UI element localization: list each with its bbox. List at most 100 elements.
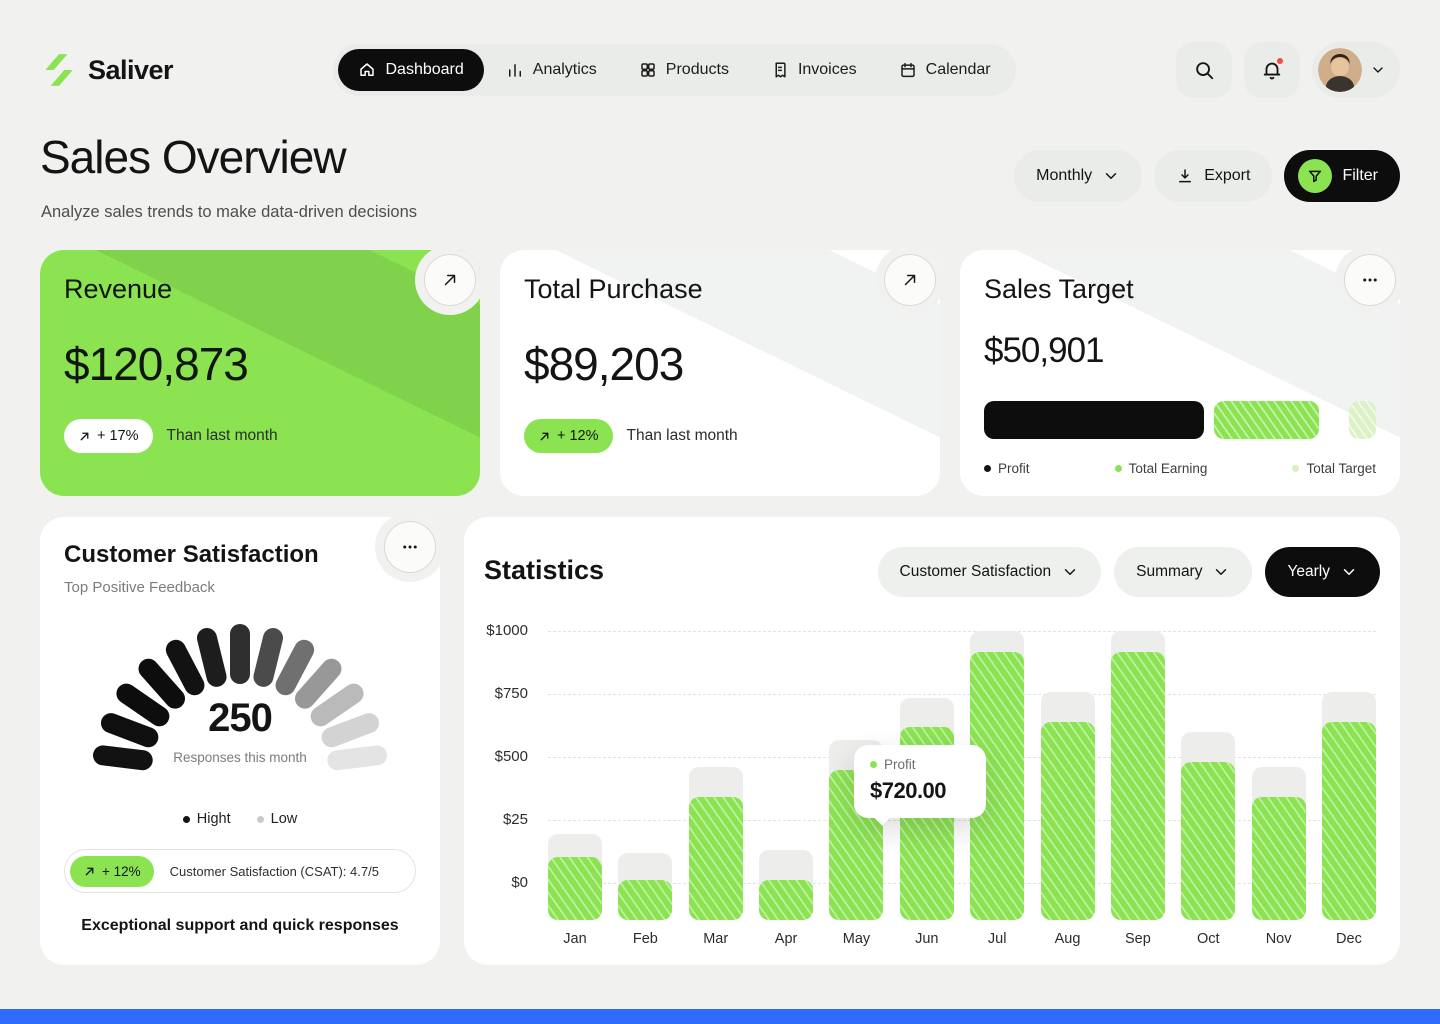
- bar-column-nov[interactable]: [1252, 617, 1306, 920]
- profit-bar: [548, 857, 602, 920]
- profit-bar: [1252, 797, 1306, 920]
- nav-item-dashboard[interactable]: Dashboard: [338, 49, 483, 91]
- legend-dot-profit: [984, 465, 991, 472]
- period-dropdown[interactable]: Monthly: [1014, 150, 1142, 202]
- notifications-button[interactable]: [1244, 42, 1300, 98]
- satisfaction-subtitle: Top Positive Feedback: [64, 579, 416, 596]
- bar-column-aug[interactable]: [1041, 617, 1095, 920]
- bar-column-jan[interactable]: [548, 617, 602, 920]
- revenue-card: Revenue $120,873 + 17% Than last month: [40, 250, 480, 496]
- chevron-down-icon: [1061, 563, 1079, 581]
- export-button[interactable]: Export: [1154, 150, 1272, 202]
- bar-column-oct[interactable]: [1181, 617, 1235, 920]
- x-axis-label: Nov: [1252, 931, 1306, 947]
- y-axis: $1000 $750 $500 $25 $0: [472, 617, 538, 920]
- gauge-value: 250: [90, 696, 390, 741]
- satisfaction-legend: Hight Low: [40, 811, 440, 827]
- ellipsis-icon: [1361, 271, 1379, 289]
- target-card-title: Sales Target: [984, 274, 1376, 305]
- arrow-up-right-icon: [901, 271, 919, 289]
- nav-item-label: Analytics: [533, 61, 597, 79]
- nav-item-calendar[interactable]: Calendar: [879, 49, 1011, 91]
- gauge-segment: [263, 638, 273, 677]
- x-axis-label: Apr: [759, 931, 813, 947]
- satisfaction-gauge: 250 Responses this month: [90, 622, 390, 794]
- nav-item-label: Dashboard: [385, 61, 463, 79]
- page-controls: Monthly Export Filter: [1014, 150, 1400, 202]
- revenue-card-title: Revenue: [64, 274, 456, 305]
- csat-note: Customer Satisfaction (CSAT): 4.7/5: [170, 864, 379, 879]
- dashboard-page: Saliver Dashboard Analytics Products Inv…: [0, 0, 1440, 1024]
- sales-target-card: Sales Target $50,901 Profit Total Earnin…: [960, 250, 1400, 496]
- brand-name: Saliver: [88, 55, 173, 86]
- revenue-change-badge: + 17%: [64, 419, 153, 453]
- progress-segment-profit: [984, 401, 1204, 439]
- stats-period-dropdown[interactable]: Yearly: [1265, 547, 1380, 597]
- page-title: Sales Overview: [40, 130, 346, 184]
- y-axis-label: $25: [503, 811, 528, 828]
- saliver-logo-icon: [40, 51, 78, 89]
- total-purchase-card: Total Purchase $89,203 + 12% Than last m…: [500, 250, 940, 496]
- notification-dot: [1276, 57, 1284, 65]
- progress-segment-target: [1349, 401, 1376, 439]
- export-button-label: Export: [1204, 167, 1250, 185]
- tooltip-dot: [870, 761, 877, 768]
- invoices-icon: [771, 61, 789, 79]
- target-more-button[interactable]: [1344, 254, 1396, 306]
- purchase-note: Than last month: [627, 427, 738, 445]
- bar-column-mar[interactable]: [689, 617, 743, 920]
- legend-label: Low: [271, 811, 298, 827]
- arrow-up-right-icon: [538, 430, 551, 443]
- x-axis-label: Mar: [689, 931, 743, 947]
- nav-item-label: Products: [666, 61, 729, 79]
- customer-satisfaction-card: Customer Satisfaction Top Positive Feedb…: [40, 517, 440, 965]
- analytics-icon: [506, 61, 524, 79]
- gauge-segment: [148, 669, 175, 699]
- search-icon: [1193, 59, 1215, 81]
- nav-item-invoices[interactable]: Invoices: [751, 49, 877, 91]
- profit-bar: [618, 880, 672, 920]
- bar-column-sep[interactable]: [1111, 617, 1165, 920]
- legend-dot-low: [257, 816, 264, 823]
- satisfaction-more-button[interactable]: [384, 521, 436, 573]
- filter-button[interactable]: Filter: [1284, 150, 1400, 202]
- y-axis-label: $500: [495, 748, 528, 765]
- bar-plot: Profit $720.00: [548, 617, 1376, 920]
- statistics-title: Statistics: [484, 555, 604, 586]
- stats-view-dropdown[interactable]: Summary: [1114, 547, 1252, 597]
- legend-label: Profit: [998, 461, 1030, 476]
- legend-label: Total Target: [1306, 461, 1376, 476]
- gauge-segment: [305, 669, 332, 699]
- bar-column-dec[interactable]: [1322, 617, 1376, 920]
- tooltip-value: $720.00: [870, 778, 970, 804]
- nav-item-label: Calendar: [926, 61, 991, 79]
- purchase-value: $89,203: [524, 337, 916, 391]
- bar-column-feb[interactable]: [618, 617, 672, 920]
- statistics-card: Statistics Customer Satisfaction Summary…: [464, 517, 1400, 965]
- gauge-segment: [286, 650, 305, 685]
- revenue-note: Than last month: [167, 427, 278, 445]
- chevron-down-icon: [1212, 563, 1230, 581]
- brand-logo[interactable]: Saliver: [40, 51, 173, 89]
- user-menu[interactable]: [1312, 42, 1400, 98]
- arrow-up-right-icon: [78, 430, 91, 443]
- chevron-down-icon: [1340, 563, 1358, 581]
- nav-item-products[interactable]: Products: [619, 49, 749, 91]
- target-legend: Profit Total Earning Total Target: [984, 461, 1376, 476]
- stats-metric-dropdown[interactable]: Customer Satisfaction: [878, 547, 1102, 597]
- calendar-icon: [899, 61, 917, 79]
- tooltip-label: Profit: [884, 757, 916, 772]
- nav-item-analytics[interactable]: Analytics: [486, 49, 617, 91]
- revenue-value: $120,873: [64, 337, 456, 391]
- top-right-actions: [1176, 42, 1400, 98]
- legend-dot-target: [1292, 465, 1299, 472]
- purchase-expand-button[interactable]: [884, 254, 936, 306]
- bar-column-apr[interactable]: [759, 617, 813, 920]
- bottom-strip: [0, 1009, 1440, 1024]
- arrow-up-right-icon: [441, 271, 459, 289]
- profit-bar: [1041, 722, 1095, 920]
- download-icon: [1176, 167, 1194, 185]
- search-button[interactable]: [1176, 42, 1232, 98]
- revenue-expand-button[interactable]: [424, 254, 476, 306]
- legend-dot-earning: [1115, 465, 1122, 472]
